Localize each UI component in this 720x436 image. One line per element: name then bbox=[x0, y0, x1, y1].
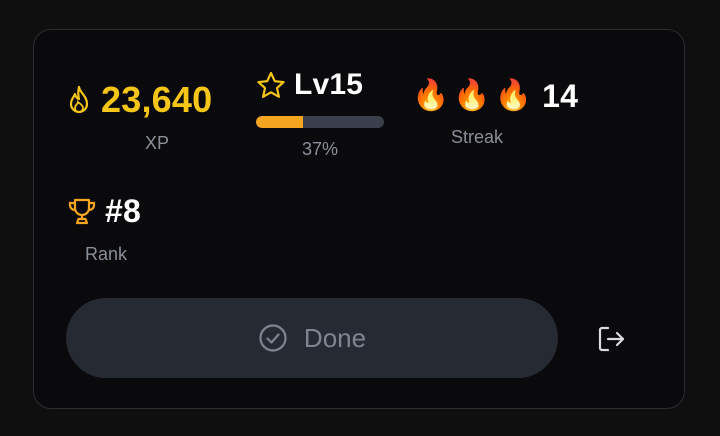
level-progress-bar bbox=[256, 116, 384, 128]
fire-icon: 🔥 bbox=[494, 79, 533, 112]
level-progress-fill bbox=[256, 116, 304, 128]
rank-value: #8 bbox=[105, 193, 141, 229]
done-button[interactable]: Done bbox=[66, 298, 558, 378]
xp-label: XP bbox=[144, 133, 169, 153]
xp-stat: 23,640 XP bbox=[67, 82, 237, 152]
streak-stat: 🔥 🔥 🔥 14 Streak bbox=[412, 80, 578, 147]
flame-outline-icon bbox=[67, 85, 91, 115]
rank-stat: #8 Rank bbox=[67, 195, 147, 263]
stats-card: 23,640 XP Lv15 37% 🔥 🔥 🔥 14 Streak #8 Ra… bbox=[33, 29, 685, 409]
rank-label: Rank bbox=[85, 244, 128, 264]
level-value: Lv15 bbox=[294, 68, 364, 101]
fire-icon: 🔥 bbox=[412, 79, 450, 112]
level-stat: Lv15 37% bbox=[256, 70, 388, 158]
check-circle-icon bbox=[258, 323, 288, 353]
streak-flames: 🔥 🔥 🔥 bbox=[412, 81, 536, 111]
streak-value: 14 bbox=[542, 78, 579, 114]
done-label: Done bbox=[303, 322, 367, 353]
streak-label: Streak bbox=[450, 127, 504, 147]
fire-icon: 🔥 bbox=[453, 79, 491, 112]
trophy-icon bbox=[67, 196, 97, 226]
logout-button[interactable] bbox=[594, 321, 630, 357]
star-outline-icon bbox=[256, 71, 286, 99]
level-progress-label: 37% bbox=[301, 139, 339, 159]
logout-icon bbox=[596, 324, 628, 354]
xp-value: 23,640 bbox=[101, 79, 213, 120]
